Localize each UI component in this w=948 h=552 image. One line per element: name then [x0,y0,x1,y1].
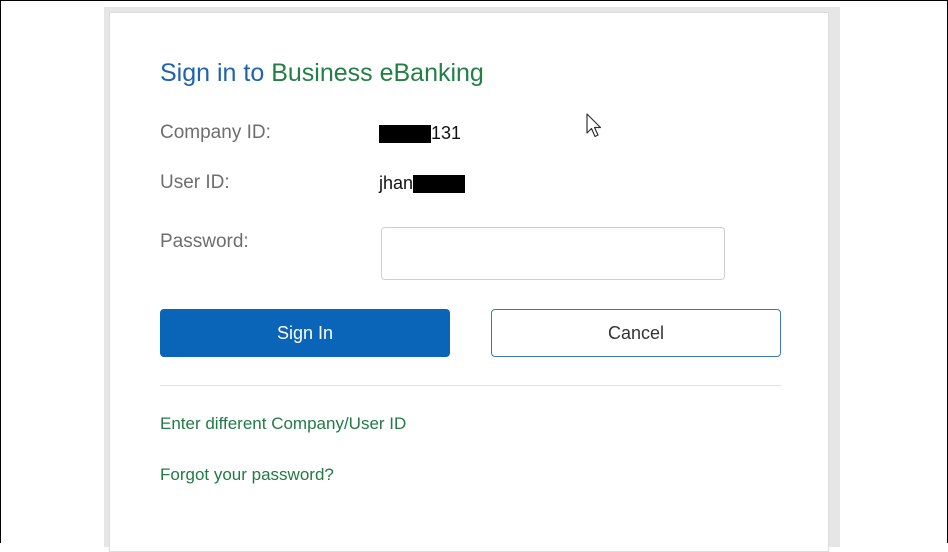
company-id-label: Company ID: [160,122,271,143]
company-id-value: 131 [379,123,461,144]
company-id-redaction [379,124,431,143]
cancel-button[interactable]: Cancel [491,309,781,357]
title-part-business-ebanking: Business eBanking [271,59,484,87]
page-title: Sign in to Business eBanking [160,59,484,88]
company-id-suffix: 131 [431,123,462,143]
enter-different-id-link[interactable]: Enter different Company/User ID [160,414,406,434]
password-input[interactable] [381,227,725,280]
user-id-prefix: jhan [379,173,414,193]
password-label: Password: [160,231,249,252]
divider [160,385,781,386]
user-id-label: User ID: [160,172,230,193]
sign-in-card: Sign in to Business eBanking Company ID:… [109,12,829,552]
mouse-pointer-icon [586,113,602,138]
forgot-password-link[interactable]: Forgot your password? [160,465,334,485]
user-id-value: jhan [379,173,466,194]
user-id-redaction [413,174,466,193]
title-part-sign-in: Sign in to [160,59,265,87]
sign-in-button[interactable]: Sign In [160,309,450,357]
